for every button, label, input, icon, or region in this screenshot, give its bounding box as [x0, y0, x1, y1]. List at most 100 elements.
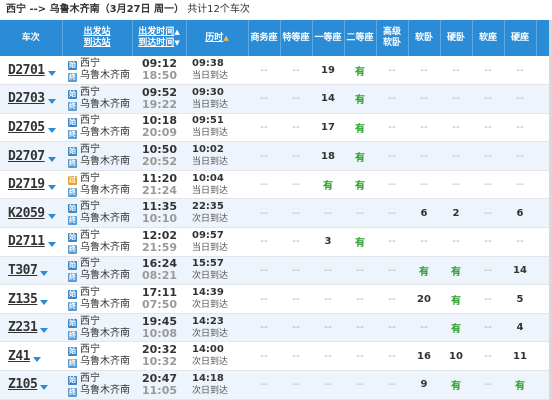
- train-number-link[interactable]: D2701: [8, 63, 45, 78]
- seat-hard-sleeper[interactable]: 2: [440, 199, 472, 228]
- from-station[interactable]: 始西宁: [68, 287, 132, 300]
- from-station-label[interactable]: 西宁: [80, 144, 100, 155]
- seat-first[interactable]: 3: [312, 228, 344, 257]
- seat-soft-sleeper[interactable]: 9: [408, 371, 440, 400]
- to-station[interactable]: 终乌鲁木齐南: [68, 242, 132, 254]
- expand-caret-icon[interactable]: [47, 70, 56, 76]
- train-cell[interactable]: D2711: [0, 228, 62, 257]
- to-station-label[interactable]: 乌鲁木齐南: [80, 99, 130, 110]
- train-row[interactable]: K2059 始西宁终乌鲁木齐南 11:35 10:10 22:35 次日到达 -- -- -- -…: [0, 198, 552, 228]
- train-cell[interactable]: Z135: [0, 285, 62, 314]
- from-station[interactable]: 始西宁: [68, 58, 132, 71]
- train-row[interactable]: D2711 始西宁终乌鲁木齐南 12:02 21:59 09:57 当日到达 -- -- 3 有 -…: [0, 228, 552, 257]
- header-duration[interactable]: 历时▲: [186, 20, 249, 56]
- from-station[interactable]: 始西宁: [68, 87, 132, 99]
- to-station[interactable]: 终乌鲁木齐南: [68, 185, 132, 197]
- seat-first[interactable]: 14: [312, 85, 344, 114]
- train-row[interactable]: D2719 过西宁终乌鲁木齐南 11:20 21:24 10:04 当日到达 -- -- 有有 -…: [0, 170, 552, 199]
- train-number-link[interactable]: Z41: [8, 349, 30, 364]
- header-dep-time[interactable]: 出发时间: [138, 27, 174, 37]
- seat-second[interactable]: 有: [344, 228, 376, 257]
- train-number-link[interactable]: Z231: [8, 320, 38, 335]
- train-number-link[interactable]: Z135: [8, 292, 38, 307]
- to-station-label[interactable]: 乌鲁木齐南: [80, 242, 130, 253]
- from-station-label[interactable]: 西宁: [80, 201, 100, 212]
- to-station-label[interactable]: 乌鲁木齐南: [80, 185, 130, 196]
- header-from-station[interactable]: 出发站: [83, 27, 110, 37]
- train-row[interactable]: D2703 始西宁终乌鲁木齐南 09:52 19:22 09:30 当日到达 -- -- 14 有…: [0, 84, 552, 114]
- from-station-label[interactable]: 西宁: [80, 58, 100, 69]
- train-number-link[interactable]: D2711: [8, 234, 45, 249]
- seat-hard-seat[interactable]: 6: [504, 199, 536, 228]
- to-station-label[interactable]: 乌鲁木齐南: [80, 299, 130, 310]
- train-number-link[interactable]: Z105: [8, 377, 38, 392]
- sort-up-icon[interactable]: ▲: [174, 28, 179, 36]
- seat-hard-sleeper[interactable]: 有: [440, 285, 472, 314]
- from-station-label[interactable]: 西宁: [80, 287, 100, 298]
- seat-soft-sleeper[interactable]: 20: [408, 285, 440, 314]
- to-station-label[interactable]: 乌鲁木齐南: [80, 385, 130, 396]
- to-station[interactable]: 终乌鲁木齐南: [68, 299, 132, 312]
- expand-caret-icon[interactable]: [47, 127, 56, 133]
- expand-caret-icon[interactable]: [47, 156, 56, 162]
- train-number-link[interactable]: T307: [8, 263, 38, 278]
- seat-hard-seat[interactable]: 有: [504, 371, 536, 400]
- seat-soft-sleeper[interactable]: 16: [408, 342, 440, 371]
- sort-up-icon[interactable]: ▲: [223, 34, 228, 42]
- seat-hard-seat[interactable]: 11: [504, 342, 536, 371]
- train-cell[interactable]: D2719: [0, 170, 62, 199]
- to-station-label[interactable]: 乌鲁木齐南: [80, 127, 130, 138]
- train-row[interactable]: Z135 始西宁终乌鲁木齐南 17:11 07:50 14:39 次日到达 -- -- -- --…: [0, 285, 552, 314]
- train-row[interactable]: Z231 始西宁终乌鲁木齐南 19:45 10:08 14:23 次日到达 -- -- -- --…: [0, 313, 552, 342]
- train-row[interactable]: Z105 始西宁终乌鲁木齐南 20:47 11:05 14:18 次日到达 -- -- -- --…: [0, 370, 552, 400]
- expand-caret-icon[interactable]: [40, 270, 49, 276]
- seat-hard-sleeper[interactable]: 有: [440, 371, 472, 400]
- seat-second[interactable]: 有: [344, 85, 376, 114]
- train-cell[interactable]: D2703: [0, 85, 62, 114]
- train-row[interactable]: D2701 始西宁终乌鲁木齐南 09:12 18:50 09:38 当日到达 -- -- 19 有…: [0, 56, 552, 85]
- seat-soft-sleeper[interactable]: 6: [408, 199, 440, 228]
- from-station[interactable]: 始西宁: [68, 344, 132, 357]
- train-row[interactable]: Z41 始西宁终乌鲁木齐南 20:32 10:32 14:00 次日到达 -- -- -- -- -…: [0, 342, 552, 371]
- from-station[interactable]: 始西宁: [68, 115, 132, 128]
- train-number-link[interactable]: D2707: [8, 149, 45, 164]
- to-station[interactable]: 终乌鲁木齐南: [68, 270, 132, 283]
- to-station[interactable]: 终乌鲁木齐南: [68, 385, 132, 397]
- train-cell[interactable]: D2701: [0, 56, 62, 85]
- seat-first[interactable]: 19: [312, 56, 344, 85]
- from-station-label[interactable]: 西宁: [80, 87, 100, 98]
- train-number-link[interactable]: K2059: [8, 206, 45, 221]
- from-station[interactable]: 始西宁: [68, 258, 132, 271]
- train-cell[interactable]: Z231: [0, 313, 62, 342]
- seat-second[interactable]: 有: [344, 170, 376, 199]
- from-station-label[interactable]: 西宁: [80, 115, 100, 126]
- train-cell[interactable]: T307: [0, 256, 62, 285]
- train-cell[interactable]: K2059: [0, 199, 62, 228]
- expand-caret-icon[interactable]: [47, 99, 56, 105]
- from-station[interactable]: 始西宁: [68, 230, 132, 242]
- expand-caret-icon[interactable]: [40, 299, 49, 305]
- train-cell[interactable]: Z105: [0, 371, 62, 400]
- header-times[interactable]: 出发时间▲ 到达时间▼: [132, 20, 187, 56]
- to-station[interactable]: 终乌鲁木齐南: [68, 70, 132, 83]
- to-station[interactable]: 终乌鲁木齐南: [68, 127, 132, 140]
- expand-caret-icon[interactable]: [47, 213, 56, 219]
- expand-caret-icon[interactable]: [47, 185, 56, 191]
- from-station[interactable]: 始西宁: [68, 373, 132, 385]
- seat-second[interactable]: 有: [344, 142, 376, 171]
- seat-hard-seat[interactable]: 5: [504, 285, 536, 314]
- to-station[interactable]: 终乌鲁木齐南: [68, 99, 132, 111]
- to-station[interactable]: 终乌鲁木齐南: [68, 213, 132, 226]
- to-station-label[interactable]: 乌鲁木齐南: [80, 213, 130, 224]
- train-number-link[interactable]: D2719: [8, 177, 45, 192]
- from-station-label[interactable]: 西宁: [80, 230, 100, 241]
- to-station[interactable]: 终乌鲁木齐南: [68, 356, 132, 369]
- from-station-label[interactable]: 西宁: [80, 173, 100, 184]
- expand-caret-icon[interactable]: [40, 385, 49, 391]
- from-station[interactable]: 过西宁: [68, 173, 132, 185]
- expand-caret-icon[interactable]: [32, 356, 41, 362]
- seat-first[interactable]: 18: [312, 142, 344, 171]
- seat-hard-seat[interactable]: 4: [504, 313, 536, 342]
- train-row[interactable]: T307 始西宁终乌鲁木齐南 16:24 08:21 15:57 次日到达 -- -- -- --…: [0, 256, 552, 285]
- train-cell[interactable]: D2705: [0, 113, 62, 142]
